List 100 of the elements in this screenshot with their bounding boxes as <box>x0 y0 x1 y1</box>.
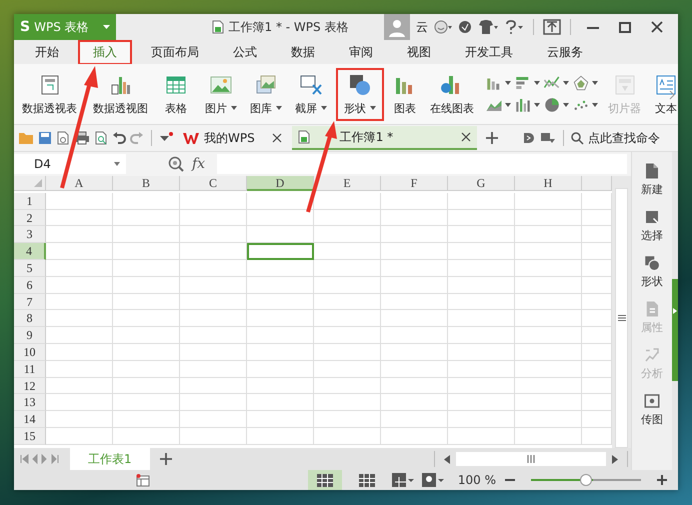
grid-cell[interactable] <box>448 260 515 277</box>
folder-icon[interactable] <box>18 131 34 145</box>
help-icon[interactable] <box>504 20 524 34</box>
grid-cell[interactable] <box>46 294 113 310</box>
grid-cell[interactable] <box>46 344 113 361</box>
row-header[interactable]: 6 <box>14 276 46 294</box>
page-layout-icon[interactable] <box>392 473 414 487</box>
grid-cell[interactable] <box>113 411 180 428</box>
close-icon[interactable] <box>460 132 471 142</box>
grid-cell[interactable] <box>381 294 448 310</box>
ribbon-tab[interactable]: 审阅 <box>334 40 388 64</box>
close-icon[interactable] <box>650 20 664 34</box>
close-icon[interactable] <box>272 133 282 143</box>
grid-cell[interactable] <box>247 360 314 378</box>
grid-cell[interactable] <box>180 260 247 277</box>
grid-cell[interactable] <box>46 226 113 244</box>
grid-cell[interactable] <box>113 226 180 244</box>
column-header[interactable]: A <box>46 176 113 191</box>
grid-cell[interactable] <box>46 243 113 260</box>
grid-cell[interactable] <box>381 243 448 260</box>
scroll-left-icon[interactable] <box>444 454 450 464</box>
grid-cell[interactable] <box>46 394 113 412</box>
grid-cell[interactable] <box>448 226 515 244</box>
save-icon[interactable] <box>38 131 52 145</box>
slider-thumb[interactable] <box>580 474 592 486</box>
grid-cell[interactable] <box>314 210 381 226</box>
row-header[interactable]: 4 <box>14 243 46 260</box>
avatar-placeholder[interactable] <box>384 14 410 40</box>
ribbon-button[interactable]: 图库 <box>246 68 286 120</box>
maximize-icon[interactable] <box>618 20 632 34</box>
panel-toggle-bar[interactable] <box>672 152 678 470</box>
chart-type-button[interactable] <box>572 74 598 92</box>
grid-cell[interactable] <box>448 294 515 310</box>
grid-cell[interactable] <box>46 378 113 394</box>
document-tab[interactable]: 工作簿1 * <box>292 126 477 150</box>
grid-cell[interactable] <box>113 378 180 394</box>
chart-type-button[interactable] <box>543 96 569 114</box>
grid-cell[interactable] <box>113 210 180 226</box>
command-search-field[interactable]: 点此查找命令 <box>571 131 674 145</box>
ribbon-button[interactable]: 文本 <box>650 68 678 120</box>
horizontal-scrollbar-thumb[interactable] <box>456 452 606 466</box>
grid-cell[interactable] <box>113 310 180 328</box>
grid-cell[interactable] <box>448 394 515 412</box>
column-header[interactable]: B <box>113 176 180 191</box>
row-header[interactable]: 11 <box>14 360 46 378</box>
ribbon-button[interactable]: 在线图表 <box>426 68 478 120</box>
ribbon-tab[interactable]: 插入 <box>78 40 132 64</box>
grid-cell[interactable] <box>448 243 515 260</box>
grid-cell[interactable] <box>314 276 381 294</box>
grid-cell[interactable] <box>247 276 314 294</box>
grid-cell[interactable] <box>381 360 448 378</box>
grid-cell[interactable] <box>113 260 180 277</box>
grid-cell[interactable] <box>180 210 247 226</box>
grid-cell[interactable] <box>180 394 247 412</box>
shirt-icon[interactable] <box>478 20 498 34</box>
grid-cell[interactable] <box>381 226 448 244</box>
view-mode-button[interactable] <box>308 470 342 490</box>
grid-cell[interactable] <box>46 428 113 445</box>
grid-cell[interactable] <box>180 428 247 445</box>
grid-cell[interactable] <box>314 226 381 244</box>
row-header[interactable]: 3 <box>14 226 46 244</box>
side-panel-button[interactable]: 新建 <box>641 162 663 197</box>
document-icon[interactable] <box>56 131 70 145</box>
grid-cell[interactable] <box>113 360 180 378</box>
grid-cell[interactable] <box>381 344 448 361</box>
grid-cell[interactable] <box>448 327 515 344</box>
grid-cell[interactable] <box>381 327 448 344</box>
row-header[interactable]: 5 <box>14 260 46 277</box>
grid-cell[interactable] <box>314 192 381 210</box>
sheet-tab[interactable]: 工作表1 <box>70 448 150 470</box>
grid-cell[interactable] <box>247 327 314 344</box>
grid-cell[interactable] <box>180 327 247 344</box>
column-header[interactable]: G <box>448 176 515 191</box>
grid-cell[interactable] <box>314 260 381 277</box>
formula-input-field[interactable] <box>217 154 627 174</box>
ribbon-button[interactable]: 形状 <box>336 68 384 120</box>
grid-cell[interactable] <box>314 411 381 428</box>
grid-cell[interactable] <box>180 192 247 210</box>
grid-cell[interactable] <box>247 344 314 361</box>
side-panel-button[interactable]: 形状 <box>641 254 663 289</box>
zoom-in-icon[interactable] <box>656 474 668 486</box>
grid-cell[interactable] <box>180 294 247 310</box>
column-header[interactable]: F <box>381 176 448 191</box>
grid-cell[interactable] <box>515 260 582 277</box>
row-header[interactable]: 2 <box>14 210 46 226</box>
calendar-icon[interactable] <box>136 474 150 486</box>
ribbon-button[interactable]: 图表 <box>389 68 421 120</box>
grid-cell[interactable] <box>113 344 180 361</box>
grid-cell[interactable] <box>180 378 247 394</box>
grid-cell[interactable] <box>381 394 448 412</box>
function-button[interactable]: fx <box>192 156 206 172</box>
column-header[interactable]: E <box>314 176 381 191</box>
column-header[interactable]: H <box>515 176 582 191</box>
column-header[interactable] <box>582 176 612 191</box>
upload-icon[interactable] <box>543 19 561 35</box>
grid-cell[interactable] <box>314 344 381 361</box>
name-box[interactable]: D4 <box>14 154 126 174</box>
document-tab[interactable]: 我的WPS <box>177 126 288 150</box>
grid-cell[interactable] <box>381 428 448 445</box>
grid-cell[interactable] <box>381 310 448 328</box>
